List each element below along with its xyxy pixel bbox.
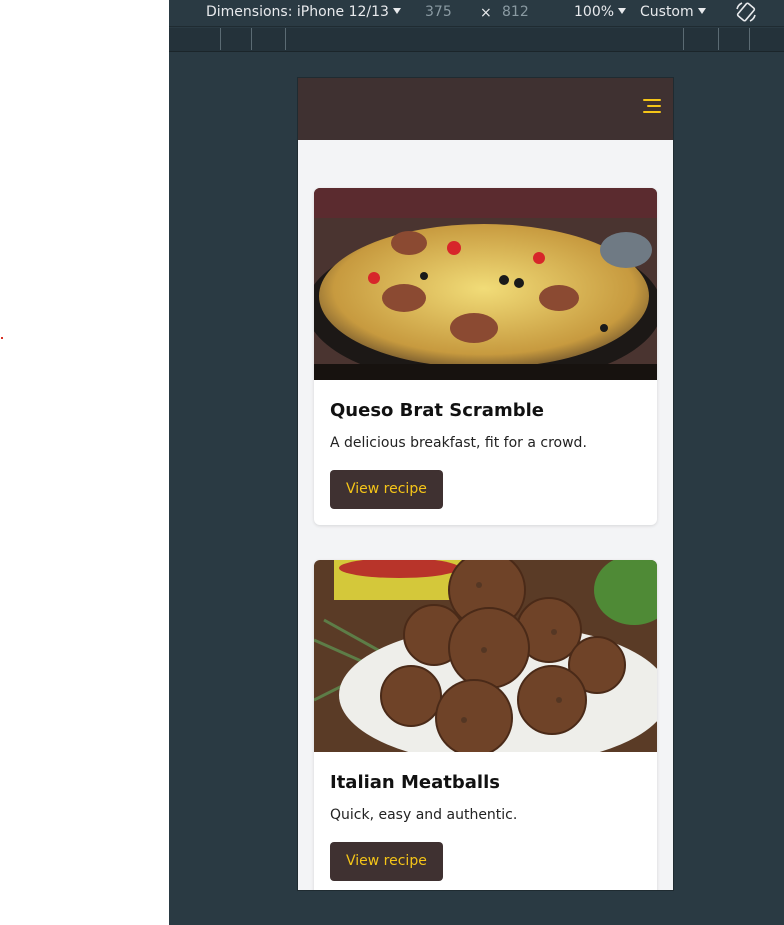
app-header bbox=[298, 78, 673, 140]
card-title: Queso Brat Scramble bbox=[330, 400, 544, 421]
device-select[interactable]: Dimensions: iPhone 12/13 bbox=[206, 3, 401, 21]
throttle-select[interactable]: Custom bbox=[640, 3, 706, 21]
chevron-down-icon bbox=[392, 8, 401, 14]
card-description: Quick, easy and authentic. bbox=[330, 807, 518, 823]
times-separator: × bbox=[480, 5, 492, 21]
ruler-tick bbox=[718, 28, 719, 50]
throttle-label: Custom bbox=[640, 4, 694, 20]
ruler-tick bbox=[683, 28, 684, 50]
card-body: Italian Meatballs Quick, easy and authen… bbox=[314, 752, 657, 890]
view-recipe-button[interactable]: View recipe bbox=[330, 842, 443, 881]
chevron-down-icon bbox=[618, 8, 627, 14]
device-toolbar-pane: Dimensions: iPhone 12/13 375 × 812 100% … bbox=[169, 0, 784, 925]
card-description: A delicious breakfast, fit for a crowd. bbox=[330, 435, 587, 451]
stray-marker bbox=[1, 337, 3, 339]
page-background-left bbox=[0, 0, 169, 925]
chevron-down-icon bbox=[697, 8, 706, 14]
ruler-tick bbox=[749, 28, 750, 50]
width-input[interactable]: 375 bbox=[425, 3, 452, 21]
device-select-label: Dimensions: iPhone 12/13 bbox=[206, 4, 389, 20]
zoom-select[interactable]: 100% bbox=[574, 3, 627, 21]
device-toolbar: Dimensions: iPhone 12/13 375 × 812 100% … bbox=[169, 0, 784, 27]
recipe-image bbox=[314, 560, 657, 752]
recipe-card: Queso Brat Scramble A delicious breakfas… bbox=[314, 188, 657, 525]
height-input[interactable]: 812 bbox=[502, 3, 529, 21]
recipe-image bbox=[314, 188, 657, 380]
hamburger-menu-icon[interactable] bbox=[643, 97, 661, 115]
view-recipe-button[interactable]: View recipe bbox=[330, 470, 443, 509]
recipe-card: Italian Meatballs Quick, easy and authen… bbox=[314, 560, 657, 890]
ruler-tick bbox=[285, 28, 286, 50]
ruler-tick bbox=[251, 28, 252, 50]
rotate-icon[interactable] bbox=[734, 0, 758, 24]
card-title: Italian Meatballs bbox=[330, 772, 500, 793]
zoom-label: 100% bbox=[574, 4, 615, 20]
card-body: Queso Brat Scramble A delicious breakfas… bbox=[314, 380, 657, 525]
media-query-ruler[interactable] bbox=[169, 28, 784, 52]
ruler-tick bbox=[220, 28, 221, 50]
device-viewport: Queso Brat Scramble A delicious breakfas… bbox=[298, 78, 673, 890]
